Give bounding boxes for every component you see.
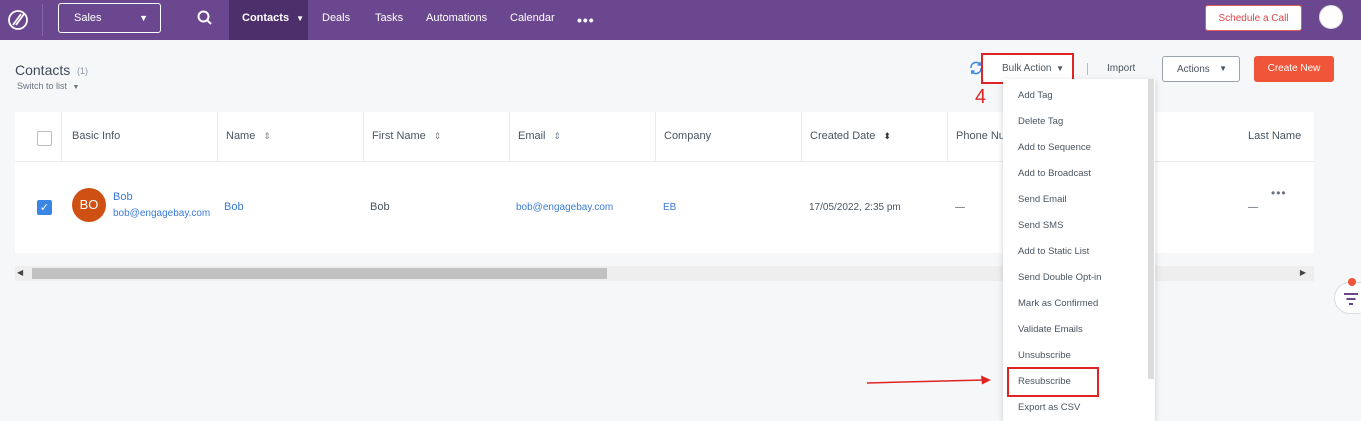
menu-item-export-csv[interactable]: Export as CSV [1018,402,1080,413]
menu-item-add-to-broadcast[interactable]: Add to Broadcast [1018,168,1091,179]
cell-email[interactable]: bob@engagebay.com [516,202,613,213]
filter-button[interactable] [1334,282,1361,314]
schedule-call-button[interactable]: Schedule a Call [1205,5,1302,31]
arrow-annotation-icon [866,375,991,385]
bulk-action-label: Bulk Action [1002,63,1052,74]
menu-item-send-email[interactable]: Send Email [1018,194,1067,205]
chevron-down-icon: ▼ [139,13,148,23]
module-select-label: Sales [74,12,102,24]
select-all-checkbox[interactable] [37,131,52,146]
create-new-button[interactable]: Create New [1254,56,1334,82]
column-header-first-name[interactable]: First Name ⇕ [364,112,510,162]
actions-button[interactable]: Actions ▼ [1162,56,1240,82]
contact-display-name[interactable]: Bob [113,191,133,203]
column-label: Last Name [1248,130,1302,142]
page-title: Contacts [15,62,71,78]
row-more-icon[interactable]: ••• [1271,186,1287,200]
column-label: Phone Nu [956,130,1005,142]
user-avatar[interactable] [1319,5,1343,29]
chevron-down-icon: ▼ [296,14,305,23]
column-header-phone[interactable]: Phone Nu [948,112,1008,162]
menu-item-send-double-opt-in[interactable]: Send Double Opt-in [1018,272,1101,283]
contact-basic-email[interactable]: bob@engagebay.com [113,208,210,219]
column-header-basic-info[interactable]: Basic Info [62,112,218,162]
resubscribe-highlight [1007,367,1099,397]
column-header-created-date[interactable]: Created Date ⬍ [802,112,948,162]
select-all-cell [15,112,62,162]
menu-item-add-to-static-list[interactable]: Add to Static List [1018,246,1089,257]
cell-phone: — [955,202,965,213]
scroll-right-icon[interactable]: ▶ [1300,268,1306,277]
menu-item-mark-as-confirmed[interactable]: Mark as Confirmed [1018,298,1098,309]
cell-last-name: — [1248,202,1258,213]
row-checkbox[interactable]: ✓ [37,200,52,215]
column-label: Email [518,130,546,142]
nav-contacts[interactable]: Contacts ▼ [229,0,308,40]
contact-count: (1) [77,66,88,76]
nav-calendar[interactable]: Calendar [510,0,555,40]
menu-scrollbar[interactable] [1148,79,1154,379]
chevron-down-icon: ▼ [1219,64,1227,73]
cell-created-date: 17/05/2022, 2:35 pm [809,202,901,213]
menu-item-add-tag[interactable]: Add Tag [1018,90,1053,101]
column-label: Created Date [810,130,876,142]
nav-tasks[interactable]: Tasks [375,0,403,40]
cell-name[interactable]: Bob [224,201,244,213]
nav-deals[interactable]: Deals [322,0,350,40]
import-link[interactable]: Import [1107,63,1135,74]
scroll-left-icon[interactable]: ◀ [17,268,23,277]
column-header-company[interactable]: Company [656,112,802,162]
sort-icon[interactable]: ⇕ [554,131,562,141]
menu-item-validate-emails[interactable]: Validate Emails [1018,324,1083,335]
filter-badge [1348,278,1356,286]
logo-divider [42,4,43,36]
column-header-name[interactable]: Name ⇕ [218,112,364,162]
column-label: Name [226,130,256,142]
column-header-email[interactable]: Email ⇕ [510,112,656,162]
nav-contacts-label: Contacts [242,12,290,24]
engagebay-logo-icon[interactable] [6,8,30,32]
step-annotation: 4 [975,86,987,108]
column-label: Company [664,130,712,142]
menu-item-unsubscribe[interactable]: Unsubscribe [1018,350,1071,361]
cell-company[interactable]: EB [663,202,676,213]
column-label: Basic Info [72,130,121,142]
sort-icon[interactable]: ⇕ [434,131,442,141]
switch-view-label: Switch to list [17,81,68,91]
top-navbar: Sales ▼ Contacts ▼ Deals Tasks Automatio… [0,0,1361,40]
scrollbar-thumb[interactable] [32,268,607,279]
sort-icon[interactable]: ⬍ [883,131,891,141]
menu-item-add-to-sequence[interactable]: Add to Sequence [1018,142,1091,153]
divider [1087,63,1088,75]
module-select[interactable]: Sales ▼ [58,3,161,33]
menu-item-delete-tag[interactable]: Delete Tag [1018,116,1063,127]
switch-view-link[interactable]: Switch to list ▼ [17,81,79,91]
column-header-last-name[interactable]: Last Name [1240,112,1314,162]
sort-icon[interactable]: ⇕ [263,131,271,141]
search-icon[interactable] [196,9,214,27]
chevron-down-icon: ▼ [72,84,80,91]
nav-more-icon[interactable]: ••• [577,12,595,28]
menu-item-send-sms[interactable]: Send SMS [1018,220,1063,231]
nav-automations[interactable]: Automations [426,0,487,40]
column-label: First Name [372,130,426,142]
actions-label: Actions [1177,64,1210,75]
cell-first-name: Bob [370,201,390,213]
chevron-down-icon: ▼ [1056,64,1064,73]
avatar[interactable]: BO [72,188,106,222]
filter-icon [1344,293,1358,305]
